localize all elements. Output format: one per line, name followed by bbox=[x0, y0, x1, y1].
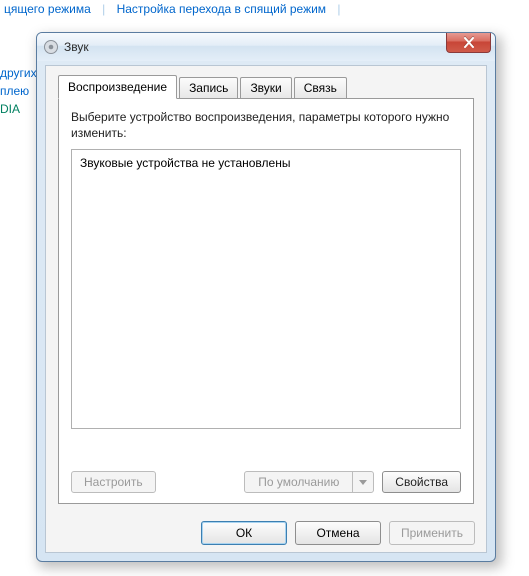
tab-label: Запись bbox=[189, 81, 228, 95]
ok-button[interactable]: ОК bbox=[201, 521, 287, 545]
dialog-client-area: Воспроизведение Запись Звуки Связь Выбер… bbox=[45, 65, 487, 553]
bg-link-1[interactable]: цящего режима bbox=[4, 2, 91, 16]
instruction-text: Выберите устройство воспроизведения, пар… bbox=[71, 109, 461, 141]
button-label: Применить bbox=[401, 526, 463, 540]
properties-button[interactable]: Свойства bbox=[382, 471, 461, 493]
tab-label: Звуки bbox=[250, 81, 281, 95]
device-list-empty-message: Звуковые устройства не установлены bbox=[80, 156, 290, 170]
tab-strip: Воспроизведение Запись Звуки Связь bbox=[58, 77, 474, 99]
configure-button: Настроить bbox=[71, 471, 156, 493]
device-list[interactable]: Звуковые устройства не установлены bbox=[71, 149, 461, 429]
dialog-button-row: ОК Отмена Применить bbox=[201, 521, 475, 545]
button-label: ОК bbox=[236, 526, 252, 540]
button-label: По умолчанию bbox=[245, 472, 353, 492]
bg-link-2[interactable]: Настройка перехода в спящий режим bbox=[117, 2, 326, 16]
button-label: Настроить bbox=[84, 475, 143, 489]
chevron-down-icon bbox=[353, 472, 373, 492]
titlebar[interactable]: Звук bbox=[37, 33, 495, 61]
cancel-button[interactable]: Отмена bbox=[295, 521, 381, 545]
button-label: Отмена bbox=[316, 526, 359, 540]
bg-left-2[interactable]: плею bbox=[0, 82, 37, 100]
sound-icon bbox=[43, 39, 59, 55]
tab-sounds[interactable]: Звуки bbox=[240, 77, 291, 99]
tab-panel-playback: Выберите устройство воспроизведения, пар… bbox=[58, 98, 474, 504]
separator: | bbox=[102, 2, 105, 16]
tab-communications[interactable]: Связь bbox=[294, 77, 347, 99]
apply-button: Применить bbox=[389, 521, 475, 545]
tab-label: Воспроизведение bbox=[68, 80, 167, 94]
close-icon bbox=[463, 37, 475, 48]
button-label: Свойства bbox=[395, 475, 448, 489]
tab-label: Связь bbox=[304, 81, 337, 95]
panel-button-row: Настроить По умолчанию Свойства bbox=[71, 471, 461, 493]
background-link-row: цящего режима | Настройка перехода в спя… bbox=[4, 2, 349, 16]
sound-dialog: Звук Воспроизведение Запись Звуки Связь … bbox=[36, 32, 496, 562]
close-button[interactable] bbox=[446, 33, 491, 53]
tab-recording[interactable]: Запись bbox=[179, 77, 238, 99]
tab-playback[interactable]: Воспроизведение bbox=[58, 75, 177, 99]
background-green-text: DIA bbox=[0, 102, 20, 116]
bg-left-1[interactable]: других bbox=[0, 64, 37, 82]
dialog-title: Звук bbox=[64, 40, 89, 54]
separator: | bbox=[337, 2, 340, 16]
background-left-links: других плею bbox=[0, 64, 37, 100]
set-default-split-button: По умолчанию bbox=[244, 471, 374, 493]
